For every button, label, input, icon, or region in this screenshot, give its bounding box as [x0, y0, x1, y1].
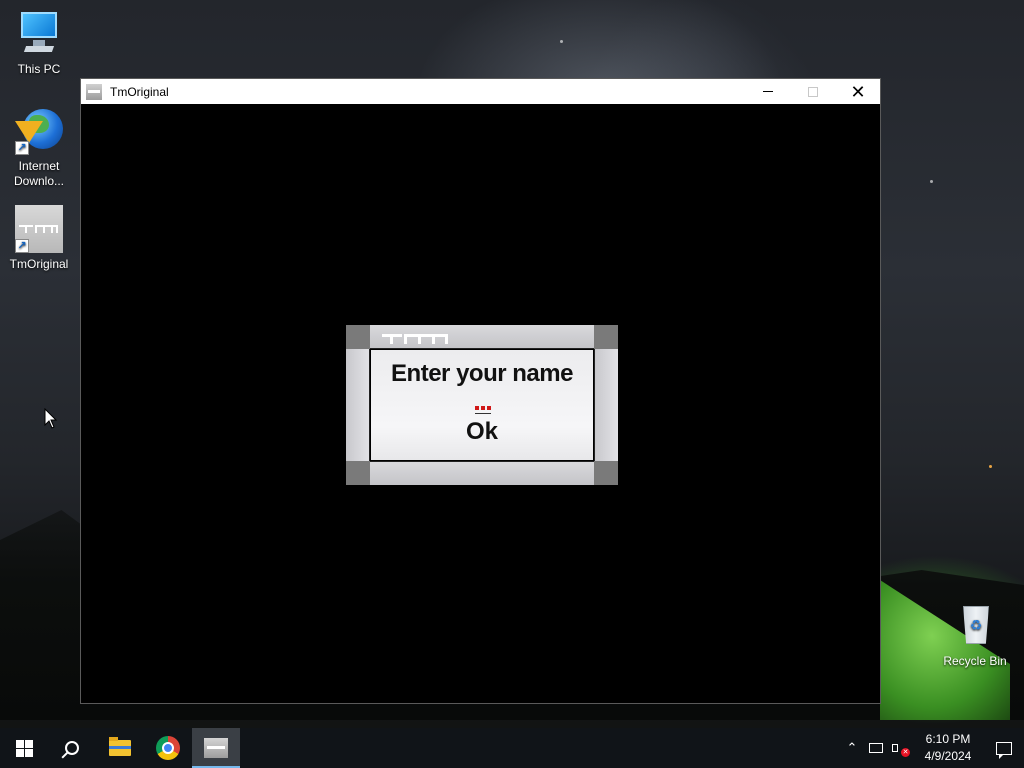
dialog-corner — [346, 325, 370, 349]
close-icon: ✕ — [850, 81, 866, 102]
desktop-icon-internet-download-manager[interactable]: ↗ Internet Downlo... — [1, 107, 77, 189]
taskbar: ⌃ ✕ 6:10 PM 4/9/2024 — [0, 728, 1024, 768]
search-button[interactable] — [48, 728, 96, 768]
desktop-icon-recycle-bin[interactable]: ♻ Recycle Bin — [937, 602, 1013, 669]
star — [560, 40, 563, 43]
monitor-icon — [15, 10, 63, 58]
ok-button[interactable]: Ok — [457, 416, 507, 448]
action-center-button[interactable] — [984, 728, 1024, 768]
dialog-top-bar — [346, 325, 618, 349]
clock[interactable]: 6:10 PM 4/9/2024 — [912, 731, 984, 765]
mouse-pointer-icon — [44, 408, 58, 429]
dialog-bottom-bar — [346, 461, 618, 485]
network-button[interactable] — [864, 728, 888, 768]
desktop-icon-label: Recycle Bin — [943, 654, 1007, 668]
network-icon — [869, 743, 883, 753]
taskbar-tmoriginal[interactable] — [192, 728, 240, 768]
window-titlebar[interactable]: TmOriginal ✕ — [81, 79, 880, 104]
volume-button[interactable]: ✕ — [888, 728, 912, 768]
desktop-icon-this-pc[interactable]: This PC — [1, 10, 77, 77]
show-hidden-icons-button[interactable]: ⌃ — [840, 728, 864, 768]
folder-icon — [109, 737, 131, 756]
desktop-icon-label: Internet Downlo... — [13, 159, 65, 188]
dialog-right-border — [594, 349, 618, 461]
window-title: TmOriginal — [110, 84, 169, 99]
tmoriginal-window[interactable]: TmOriginal ✕ Enter your name Ok — [80, 78, 881, 704]
star — [930, 180, 933, 183]
maximize-icon — [808, 86, 818, 97]
desktop-icon-label: This PC — [17, 62, 61, 76]
dialog-prompt: Enter your name — [391, 360, 573, 387]
clock-date: 4/9/2024 — [924, 749, 972, 763]
taskbar-chrome[interactable] — [144, 728, 192, 768]
tmoriginal-icon — [204, 738, 228, 758]
name-input[interactable] — [469, 405, 495, 415]
shortcut-arrow-icon: ↗ — [15, 239, 29, 253]
tmoriginal-icon: ↗ — [15, 205, 63, 253]
star — [989, 465, 992, 468]
desktop-icon-tmoriginal[interactable]: ↗ TmOriginal — [1, 205, 77, 272]
chrome-icon — [156, 736, 180, 760]
minimize-icon — [763, 91, 773, 92]
notification-icon — [996, 741, 1012, 759]
chevron-up-icon: ⌃ — [846, 740, 858, 755]
shortcut-arrow-icon: ↗ — [15, 141, 29, 155]
system-tray: ⌃ ✕ 6:10 PM 4/9/2024 — [840, 728, 1024, 768]
app-icon — [86, 83, 102, 100]
dialog-corner — [346, 461, 370, 485]
clock-time: 6:10 PM — [925, 732, 971, 746]
tm-logo — [382, 334, 448, 344]
taskbar-file-explorer[interactable] — [96, 728, 144, 768]
windows-logo-icon — [15, 739, 33, 757]
dialog-left-border — [346, 349, 370, 461]
search-icon — [65, 741, 79, 755]
minimize-button[interactable] — [745, 79, 791, 104]
idm-icon: ↗ — [15, 107, 63, 155]
dialog-corner — [594, 461, 618, 485]
dialog-corner — [594, 325, 618, 349]
name-dialog: Enter your name Ok — [346, 325, 618, 485]
maximize-button[interactable] — [790, 79, 836, 104]
volume-muted-icon: ✕ — [892, 741, 910, 757]
dialog-body: Enter your name Ok — [371, 350, 593, 460]
close-button[interactable]: ✕ — [835, 79, 881, 104]
desktop-icon-label: TmOriginal — [9, 257, 69, 271]
start-button[interactable] — [0, 728, 48, 768]
recycle-bin-icon: ♻ — [951, 602, 999, 650]
